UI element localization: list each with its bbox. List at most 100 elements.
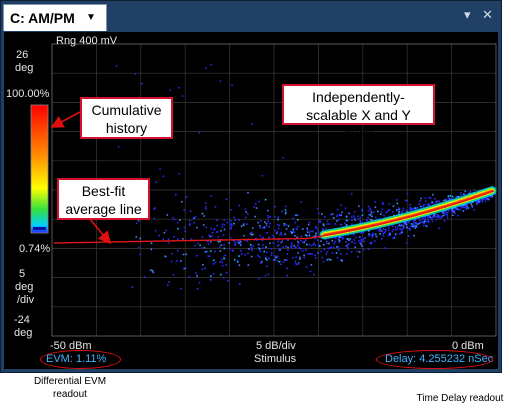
close-icon[interactable]: ✕ — [482, 8, 493, 22]
scatter-point — [306, 243, 308, 246]
scatter-point — [338, 239, 341, 242]
scatter-point — [297, 218, 299, 221]
scatter-point — [295, 256, 297, 259]
scatter-point — [318, 221, 320, 223]
scatter-point — [227, 279, 229, 282]
scatter-point — [346, 238, 349, 240]
scatter-point — [331, 213, 334, 215]
scatter-point — [286, 253, 288, 255]
scatter-point — [366, 219, 368, 221]
scatter-point — [280, 263, 282, 266]
scatter-point — [293, 231, 296, 234]
scatter-point — [248, 248, 250, 250]
scatter-point — [344, 222, 346, 225]
scatter-point — [330, 246, 332, 249]
scatter-point — [336, 246, 338, 248]
scatter-point — [374, 233, 377, 236]
scatter-point — [397, 226, 399, 228]
callout-best-fit: Best-fit average line — [57, 178, 150, 220]
scatter-point — [295, 245, 297, 248]
scatter-point — [316, 239, 319, 242]
scatter-point — [180, 287, 182, 290]
scatter-point — [284, 233, 286, 235]
scatter-point — [367, 205, 370, 208]
scatter-point — [153, 208, 155, 210]
scatter-point — [302, 250, 304, 252]
scatter-point — [284, 205, 287, 208]
scatter-point — [405, 223, 408, 226]
scatter-point — [326, 242, 328, 245]
scatter-point — [267, 273, 270, 275]
scatter-point — [449, 195, 452, 197]
scatter-point — [225, 272, 228, 274]
scatter-point — [172, 273, 175, 276]
scatter-point — [314, 244, 317, 246]
scatter-point — [177, 249, 179, 252]
scatter-point — [214, 206, 217, 208]
scatter-point — [317, 212, 320, 215]
scatter-point — [304, 239, 307, 242]
scatter-point — [461, 206, 463, 208]
scatter-point — [322, 243, 325, 246]
scatter-point — [216, 224, 218, 227]
scatter-point — [328, 242, 330, 245]
scatter-point — [354, 246, 356, 249]
scatter-point — [258, 277, 260, 280]
scatter-point — [308, 234, 311, 237]
scatter-point — [210, 279, 212, 281]
scatter-point — [234, 258, 236, 261]
scatter-point — [444, 211, 447, 213]
scatter-point — [421, 221, 424, 223]
scatter-point — [339, 213, 341, 216]
scatter-point — [430, 197, 432, 199]
scatter-point — [201, 236, 204, 238]
scatter-point — [432, 193, 434, 196]
scatter-point — [419, 200, 421, 202]
scatter-point — [204, 251, 207, 253]
scatter-point — [362, 248, 365, 251]
scatter-point — [198, 131, 200, 134]
scatter-point — [383, 214, 385, 217]
scatter-point — [326, 223, 329, 225]
scatter-point — [230, 220, 232, 222]
scatter-point — [425, 221, 427, 223]
scatter-point — [251, 248, 253, 251]
scatter-point — [415, 225, 417, 227]
scatter-point — [276, 230, 278, 233]
scatter-point — [375, 216, 377, 219]
scatter-point — [418, 222, 421, 225]
scatter-point — [467, 207, 470, 209]
scatter-point — [252, 245, 255, 247]
scatter-point — [201, 247, 203, 249]
scatter-point — [371, 236, 374, 239]
colorbar-max-label: 100.00% — [6, 88, 50, 100]
scatter-point — [258, 248, 261, 250]
scatter-point — [313, 273, 315, 276]
scatter-point — [281, 210, 283, 213]
tab-am-pm[interactable]: C: AM/PM ▼ — [3, 4, 107, 31]
scatter-point — [426, 215, 429, 218]
scatter-point — [395, 209, 398, 211]
scatter-point — [247, 191, 249, 194]
scatter-point — [268, 225, 270, 228]
scatter-point — [346, 215, 348, 218]
scatter-point — [259, 227, 262, 229]
window-pin-icon[interactable]: ▾ — [464, 8, 471, 22]
scatter-point — [303, 254, 305, 257]
scatter-point — [413, 226, 416, 228]
scatter-point — [473, 208, 476, 211]
scatter-point — [413, 234, 415, 237]
tab-dropdown-icon[interactable]: ▼ — [86, 5, 96, 31]
scatter-point — [406, 226, 408, 229]
scatter-point — [292, 256, 294, 259]
scatter-point — [219, 80, 222, 82]
scatter-point — [359, 236, 361, 238]
caption-delay: Time Delay readout — [416, 393, 504, 404]
scatter-point — [360, 243, 362, 245]
scatter-point — [278, 227, 280, 230]
scatter-point — [369, 213, 372, 216]
scatter-point — [196, 288, 199, 290]
scatter-point — [185, 196, 188, 198]
scatter-point — [139, 253, 141, 256]
scatter-point — [373, 240, 376, 242]
